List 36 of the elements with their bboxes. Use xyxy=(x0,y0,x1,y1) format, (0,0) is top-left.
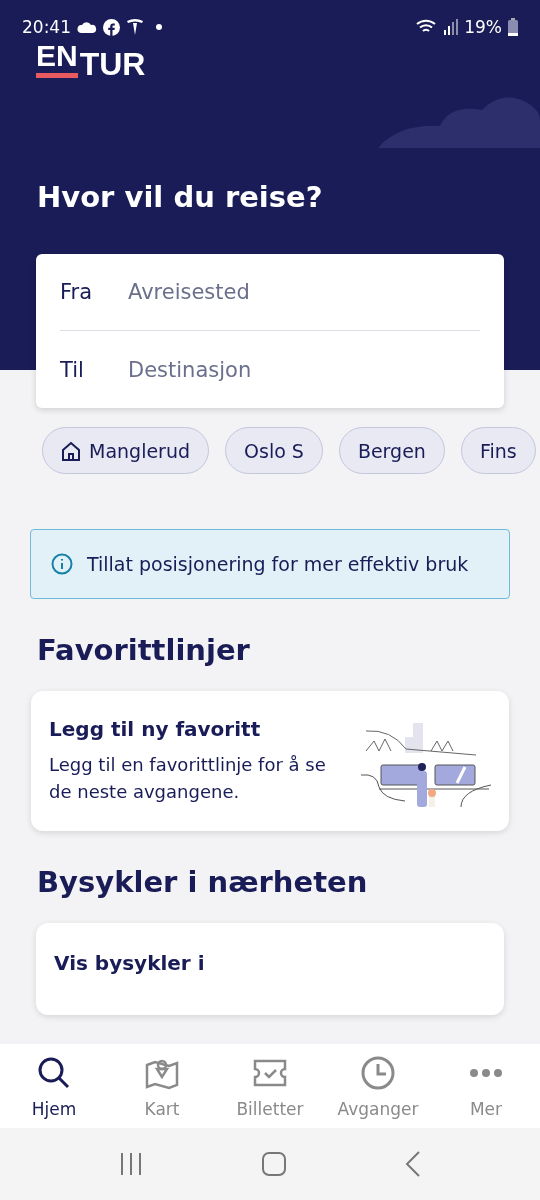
nav-tab[interactable]: Avganger xyxy=(324,1053,432,1119)
info-banner[interactable]: Tillat posisjonering for mer effektiv bruk xyxy=(30,529,510,599)
home-button-icon[interactable] xyxy=(261,1151,287,1177)
location-chip[interactable]: Fins xyxy=(460,427,536,474)
card-title: Legg til ny favoritt xyxy=(49,717,262,741)
location-chip[interactable]: Oslo S xyxy=(225,427,323,474)
back-icon[interactable] xyxy=(405,1151,421,1177)
field-label: Til xyxy=(60,357,85,382)
more-icon xyxy=(469,1068,503,1078)
info-icon xyxy=(51,553,73,575)
banner-text: Tillat posisjonering for mer effektiv bruk xyxy=(87,553,469,575)
location-chip[interactable]: Bergen xyxy=(338,427,445,474)
logo-text: EN xyxy=(36,41,78,78)
status-time: 20:41 xyxy=(22,17,71,37)
logo-text: TUR xyxy=(79,48,146,80)
location-chip[interactable]: Manglerud xyxy=(42,427,210,474)
cloud-icon xyxy=(77,21,97,33)
card-text: Legg til en favorittlinje for å se de neste avgangene. xyxy=(49,753,327,804)
battery-level: 19% xyxy=(464,17,502,37)
nav-tab[interactable]: Billetter xyxy=(216,1053,324,1119)
field-label: Fra xyxy=(60,280,94,304)
nav-tab[interactable]: Kart xyxy=(108,1053,216,1119)
signal-icon xyxy=(444,19,459,35)
page-title: Hvor vil du reise? xyxy=(37,180,324,216)
facebook-icon xyxy=(103,18,120,36)
favorite-card[interactable]: Legg til ny favoritt Legg til en favorittlinje for å se de neste avgangene. xyxy=(31,691,509,831)
battery-icon xyxy=(508,18,518,36)
location-field[interactable]: Avreisested xyxy=(126,279,480,305)
bike-card[interactable]: Vis bysykler i xyxy=(36,923,504,1015)
section-heading: Bysykler i nærheten xyxy=(37,865,369,899)
location-field[interactable]: Destinasjon xyxy=(126,356,480,383)
recents-icon[interactable] xyxy=(119,1152,143,1176)
home-icon xyxy=(61,440,81,461)
section-heading: Favorittlinjer xyxy=(37,633,251,667)
nav-tab[interactable]: Hjem xyxy=(0,1053,108,1119)
card-title: Vis bysykler i xyxy=(54,951,205,975)
